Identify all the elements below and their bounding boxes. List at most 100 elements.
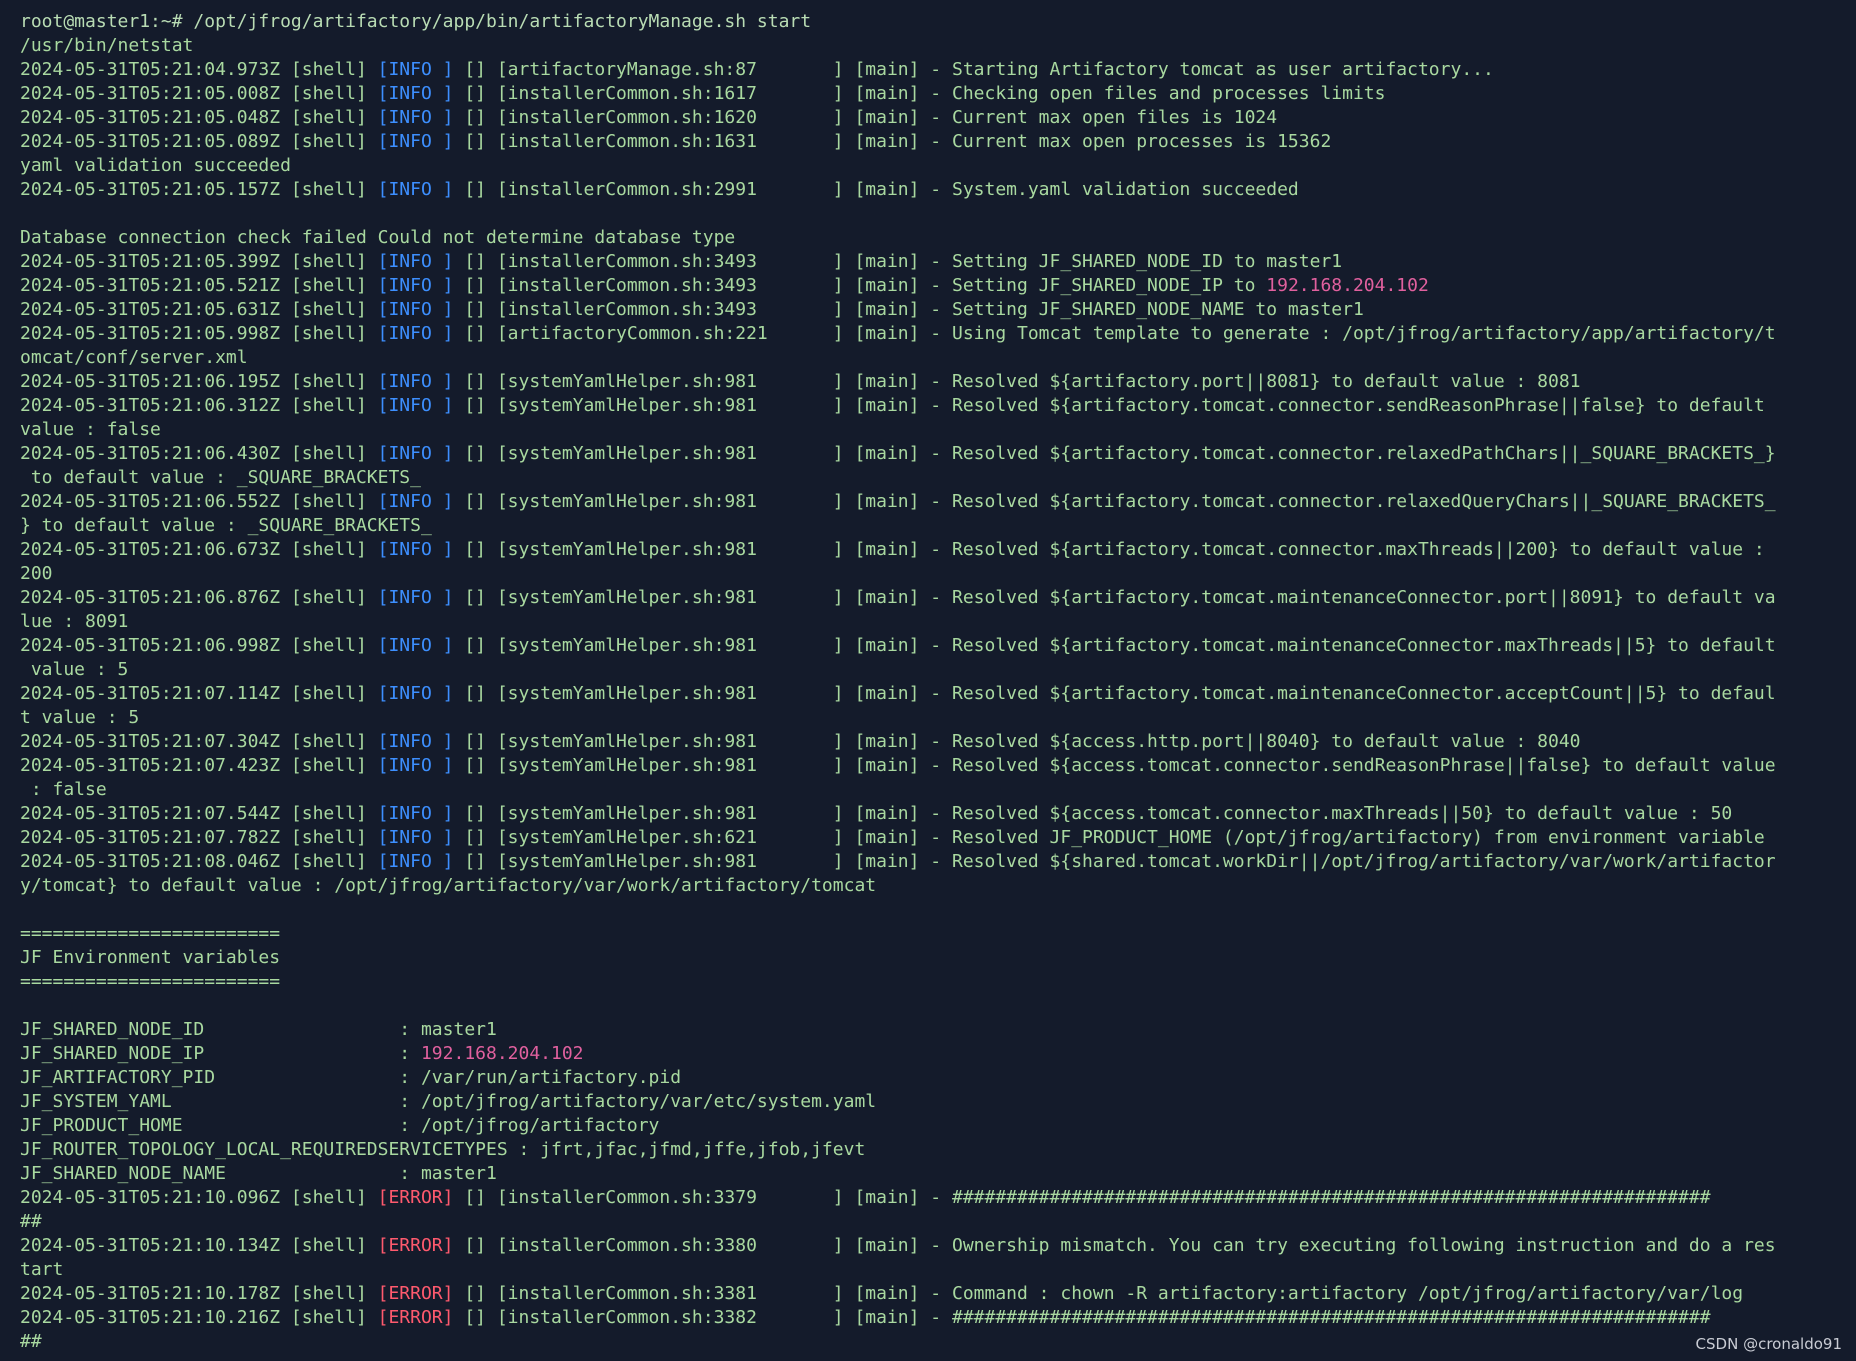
terminal-line: JF Environment variables [20,946,1836,970]
terminal-text: [] [installerCommon.sh:3379 ] [main] - #… [453,1187,1711,1208]
terminal-text: [] [artifactoryManage.sh:87 ] [main] - S… [453,59,1494,80]
terminal-line: JF_SHARED_NODE_IP : 192.168.204.102 [20,1042,1836,1066]
terminal-text: 2024-05-31T05:21:10.178Z [shell] [20,1283,378,1304]
terminal-text: 2024-05-31T05:21:10.134Z [shell] [20,1235,378,1256]
terminal-text: yaml validation succeeded [20,155,291,176]
terminal-line: ## [20,1330,1836,1354]
terminal-text: [] [systemYamlHelper.sh:981 ] [main] - R… [453,539,1765,560]
terminal-text: 2024-05-31T05:21:06.312Z [shell] [20,395,378,416]
log-level-error: [ERROR] [377,1307,454,1328]
terminal-line: y/tomcat} to default value : /opt/jfrog/… [20,874,1836,898]
terminal-line: 2024-05-31T05:21:07.114Z [shell] [INFO ]… [20,682,1836,706]
terminal-text: [] [systemYamlHelper.sh:981 ] [main] - R… [453,731,1581,752]
terminal-line: 2024-05-31T05:21:07.304Z [shell] [INFO ]… [20,730,1836,754]
terminal-text: 2024-05-31T05:21:05.998Z [shell] [20,323,378,344]
terminal-line: root@master1:~# /opt/jfrog/artifactory/a… [20,10,1836,34]
terminal-text: [] [systemYamlHelper.sh:621 ] [main] - R… [453,827,1765,848]
terminal-text: tart [20,1259,64,1280]
terminal-line: /usr/bin/netstat [20,34,1836,58]
terminal-line: 2024-05-31T05:21:06.195Z [shell] [INFO ]… [20,370,1836,394]
terminal-text: 2024-05-31T05:21:06.998Z [shell] [20,635,378,656]
terminal-line: omcat/conf/server.xml [20,346,1836,370]
terminal-line: 2024-05-31T05:21:08.046Z [shell] [INFO ]… [20,850,1836,874]
log-level-info: [INFO ] [377,539,454,560]
log-level-info: [INFO ] [377,851,454,872]
terminal-text: 2024-05-31T05:21:07.782Z [shell] [20,827,378,848]
terminal-line: 2024-05-31T05:21:10.178Z [shell] [ERROR]… [20,1282,1836,1306]
log-level-info: [INFO ] [377,59,454,80]
terminal-line: 2024-05-31T05:21:06.312Z [shell] [INFO ]… [20,394,1836,418]
terminal-text: [] [systemYamlHelper.sh:981 ] [main] - R… [453,371,1581,392]
terminal-text: 2024-05-31T05:21:06.195Z [shell] [20,371,378,392]
terminal-text: 2024-05-31T05:21:05.008Z [shell] [20,83,378,104]
terminal-text: [] [artifactoryCommon.sh:221 ] [main] - … [453,323,1776,344]
terminal-line: 2024-05-31T05:21:05.631Z [shell] [INFO ]… [20,298,1836,322]
terminal-text: 2024-05-31T05:21:10.096Z [shell] [20,1187,378,1208]
terminal-text: to default value : _SQUARE_BRACKETS_ [20,467,421,488]
terminal-line: t value : 5 [20,706,1836,730]
terminal-line: ======================== [20,922,1836,946]
terminal-text: [] [systemYamlHelper.sh:981 ] [main] - R… [453,443,1776,464]
log-level-info: [INFO ] [377,371,454,392]
terminal-text: 2024-05-31T05:21:05.399Z [shell] [20,251,378,272]
terminal-text: 2024-05-31T05:21:05.089Z [shell] [20,131,378,152]
terminal-line: 2024-05-31T05:21:06.430Z [shell] [INFO ]… [20,442,1836,466]
terminal-text: 2024-05-31T05:21:05.048Z [shell] [20,107,378,128]
terminal-line: 2024-05-31T05:21:05.089Z [shell] [INFO ]… [20,130,1836,154]
terminal-line: JF_SHARED_NODE_NAME : master1 [20,1162,1836,1186]
terminal-text: y/tomcat} to default value : /opt/jfrog/… [20,875,877,896]
terminal-line: 2024-05-31T05:21:06.876Z [shell] [INFO ]… [20,586,1836,610]
terminal-line: JF_ARTIFACTORY_PID : /var/run/artifactor… [20,1066,1836,1090]
terminal-text: JF_SHARED_NODE_ID : master1 [20,1019,497,1040]
log-level-info: [INFO ] [377,83,454,104]
ip-address: 192.168.204.102 [420,1043,584,1064]
terminal-line: Database connection check failed Could n… [20,226,1836,250]
terminal-text: [] [installerCommon.sh:3382 ] [main] - #… [453,1307,1711,1328]
terminal-text: 2024-05-31T05:21:06.552Z [shell] [20,491,378,512]
terminal-line: to default value : _SQUARE_BRACKETS_ [20,466,1836,490]
terminal-line: 2024-05-31T05:21:10.134Z [shell] [ERROR]… [20,1234,1836,1258]
terminal-text: [] [installerCommon.sh:3493 ] [main] - S… [453,251,1343,272]
terminal-text: ## [20,1331,42,1352]
log-level-error: [ERROR] [377,1283,454,1304]
terminal-text: [] [systemYamlHelper.sh:981 ] [main] - R… [453,683,1776,704]
terminal-line: 2024-05-31T05:21:06.552Z [shell] [INFO ]… [20,490,1836,514]
log-level-info: [INFO ] [377,731,454,752]
terminal-line: tart [20,1258,1836,1282]
terminal-line: JF_ROUTER_TOPOLOGY_LOCAL_REQUIREDSERVICE… [20,1138,1836,1162]
terminal-text: ======================== [20,971,281,992]
terminal-text: [] [systemYamlHelper.sh:981 ] [main] - R… [453,803,1733,824]
terminal-text: JF Environment variables [20,947,281,968]
terminal-text: 2024-05-31T05:21:06.673Z [shell] [20,539,378,560]
shell-prompt: root@master1:~# /opt/jfrog/artifactory/a… [20,11,812,32]
log-level-info: [INFO ] [377,755,454,776]
terminal-text: [] [systemYamlHelper.sh:981 ] [main] - R… [453,635,1776,656]
terminal-line: 2024-05-31T05:21:06.673Z [shell] [INFO ]… [20,538,1836,562]
terminal-line: 2024-05-31T05:21:07.782Z [shell] [INFO ]… [20,826,1836,850]
terminal-text: 2024-05-31T05:21:05.521Z [shell] [20,275,378,296]
terminal-text: JF_PRODUCT_HOME : /opt/jfrog/artifactory [20,1115,660,1136]
log-level-info: [INFO ] [377,395,454,416]
terminal-line: 2024-05-31T05:21:07.423Z [shell] [INFO ]… [20,754,1836,778]
terminal-text: ======================== [20,923,281,944]
log-level-info: [INFO ] [377,107,454,128]
watermark-text: CSDN @cronaldo91 [1695,1335,1842,1353]
terminal-line: 2024-05-31T05:21:04.973Z [shell] [INFO ]… [20,58,1836,82]
terminal-line: JF_SHARED_NODE_ID : master1 [20,1018,1836,1042]
terminal-text: [] [systemYamlHelper.sh:981 ] [main] - R… [453,395,1765,416]
terminal-text: value : 5 [20,659,129,680]
log-level-info: [INFO ] [377,803,454,824]
terminal-text: 2024-05-31T05:21:07.423Z [shell] [20,755,378,776]
terminal-line: 2024-05-31T05:21:10.096Z [shell] [ERROR]… [20,1186,1836,1210]
terminal-text: 2024-05-31T05:21:07.114Z [shell] [20,683,378,704]
log-level-info: [INFO ] [377,587,454,608]
terminal-output[interactable]: root@master1:~# /opt/jfrog/artifactory/a… [20,10,1836,1354]
log-level-info: [INFO ] [377,635,454,656]
terminal-text: [] [systemYamlHelper.sh:981 ] [main] - R… [453,755,1776,776]
terminal-line: JF_PRODUCT_HOME : /opt/jfrog/artifactory [20,1114,1836,1138]
terminal-text: JF_SHARED_NODE_NAME : master1 [20,1163,497,1184]
terminal-text: Database connection check failed Could n… [20,227,736,248]
log-level-info: [INFO ] [377,323,454,344]
